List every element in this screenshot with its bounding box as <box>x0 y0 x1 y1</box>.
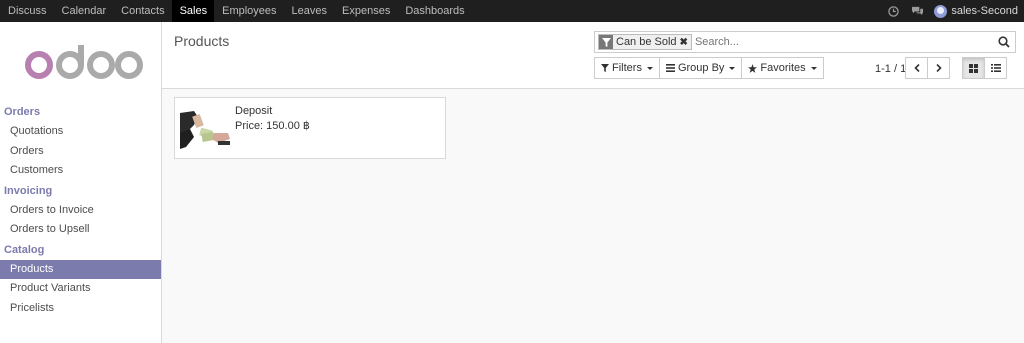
product-card[interactable]: Deposit Price: 150.00 ฿ <box>174 97 446 159</box>
systray: sales-Second <box>886 0 1018 22</box>
search-facet: Can be Sold ✖ <box>598 34 692 50</box>
nav-section-catalog: Catalog Products Product Variants Pricel… <box>0 240 161 319</box>
sidebar-item-products[interactable]: Products <box>0 259 161 279</box>
sidebar-item-quotations[interactable]: Quotations <box>0 122 161 142</box>
pager-value[interactable]: 1-1 / 1 <box>875 63 906 75</box>
filter-icon <box>599 35 613 49</box>
menu-expenses[interactable]: Expenses <box>334 0 397 22</box>
group-by-label: Group By <box>677 62 725 74</box>
menu-dashboards[interactable]: Dashboards <box>397 0 471 22</box>
chevron-down-icon <box>646 66 653 70</box>
pager-buttons <box>905 57 950 79</box>
filters-label: Filters <box>612 62 642 74</box>
product-image <box>180 103 232 155</box>
pager-next-button[interactable] <box>927 57 950 79</box>
view-switcher <box>962 57 1007 79</box>
page-title: Products <box>174 33 230 49</box>
filters-button[interactable]: Filters <box>594 57 660 79</box>
list-view-button[interactable] <box>984 57 1007 79</box>
chat-icon[interactable] <box>910 4 924 18</box>
product-price: Price: 150.00 ฿ <box>235 120 310 132</box>
search-icon[interactable] <box>995 33 1013 51</box>
star-icon <box>748 63 758 73</box>
menu-leaves[interactable]: Leaves <box>284 0 334 22</box>
sidebar-item-orders-to-upsell[interactable]: Orders to Upsell <box>0 220 161 240</box>
nav-header-catalog[interactable]: Catalog <box>0 240 161 260</box>
menu-employees[interactable]: Employees <box>214 0 283 22</box>
list-icon <box>990 64 1001 72</box>
sidebar-item-customers[interactable]: Customers <box>0 161 161 181</box>
control-panel: Products Can be Sold ✖ Filters Group By … <box>162 22 1024 89</box>
avatar <box>934 4 948 18</box>
chevron-left-icon <box>913 64 920 72</box>
sidebar-item-product-variants[interactable]: Product Variants <box>0 279 161 299</box>
chevron-down-icon <box>729 66 736 70</box>
product-name: Deposit <box>235 105 273 117</box>
chevron-down-icon <box>810 66 817 70</box>
sidebar-item-orders[interactable]: Orders <box>0 142 161 162</box>
app-menu: Discuss Calendar Contacts Sales Employee… <box>0 0 472 22</box>
sidebar: Orders Quotations Orders Customers Invoi… <box>0 22 162 343</box>
pager-previous-button[interactable] <box>905 57 928 79</box>
main-navbar: Discuss Calendar Contacts Sales Employee… <box>0 0 1024 22</box>
user-name: sales-Second <box>951 5 1018 17</box>
sidebar-item-pricelists[interactable]: Pricelists <box>0 299 161 319</box>
nav-header-orders[interactable]: Orders <box>0 102 161 122</box>
bars-icon <box>665 64 675 72</box>
nav-section-orders: Orders Quotations Orders Customers <box>0 102 161 181</box>
nav-header-invoicing[interactable]: Invoicing <box>0 181 161 201</box>
group-by-button[interactable]: Group By <box>658 57 743 79</box>
nav-section-invoicing: Invoicing Orders to Invoice Orders to Up… <box>0 181 161 240</box>
chevron-right-icon <box>935 64 942 72</box>
kanban-view: Deposit Price: 150.00 ฿ <box>162 89 1024 343</box>
kanban-view-button[interactable] <box>962 57 985 79</box>
sidebar-item-orders-to-invoice[interactable]: Orders to Invoice <box>0 201 161 221</box>
menu-discuss[interactable]: Discuss <box>0 0 54 22</box>
odoo-logo[interactable] <box>0 22 161 102</box>
favorites-label: Favorites <box>760 62 806 74</box>
menu-calendar[interactable]: Calendar <box>54 0 114 22</box>
clock-icon[interactable] <box>886 4 900 18</box>
filter-icon <box>601 64 609 72</box>
facet-value: Can be Sold <box>616 36 677 48</box>
menu-contacts[interactable]: Contacts <box>113 0 171 22</box>
search-input[interactable] <box>691 33 995 51</box>
search-bar[interactable]: Can be Sold ✖ <box>594 31 1016 53</box>
facet-remove-icon[interactable]: ✖ <box>680 37 691 48</box>
favorites-button[interactable]: Favorites <box>741 57 824 79</box>
menu-sales[interactable]: Sales <box>171 0 215 22</box>
search-options: Filters Group By Favorites <box>594 57 824 79</box>
grid-icon <box>969 63 978 73</box>
user-menu[interactable]: sales-Second <box>934 4 1018 18</box>
